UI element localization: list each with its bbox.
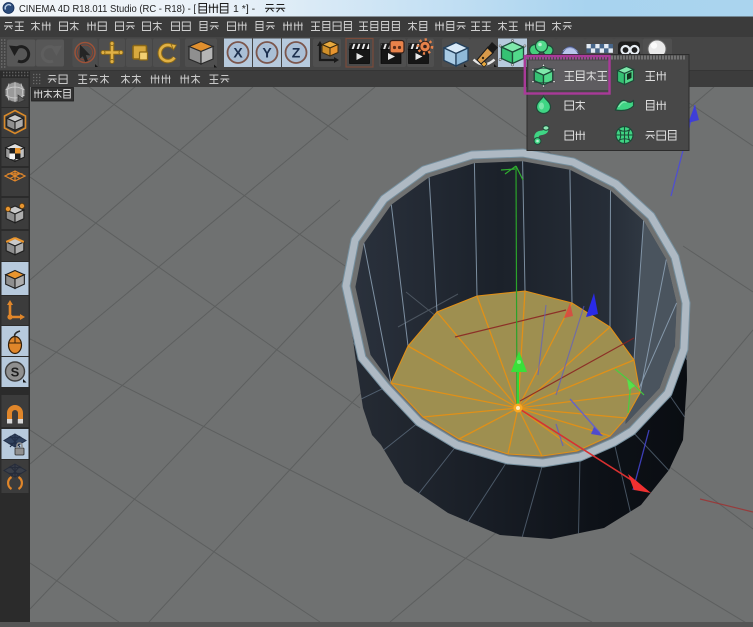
svg-text:Z: Z xyxy=(292,45,301,61)
svg-text:Y: Y xyxy=(262,45,272,61)
svg-text:CINEMA 4D R18.011 Studio (RC -: CINEMA 4D R18.011 Studio (RC - R18) - [ xyxy=(19,3,196,15)
svg-text:X: X xyxy=(233,45,243,61)
svg-text:1 *] -: 1 *] - xyxy=(233,3,256,15)
svg-text:S: S xyxy=(11,365,20,380)
